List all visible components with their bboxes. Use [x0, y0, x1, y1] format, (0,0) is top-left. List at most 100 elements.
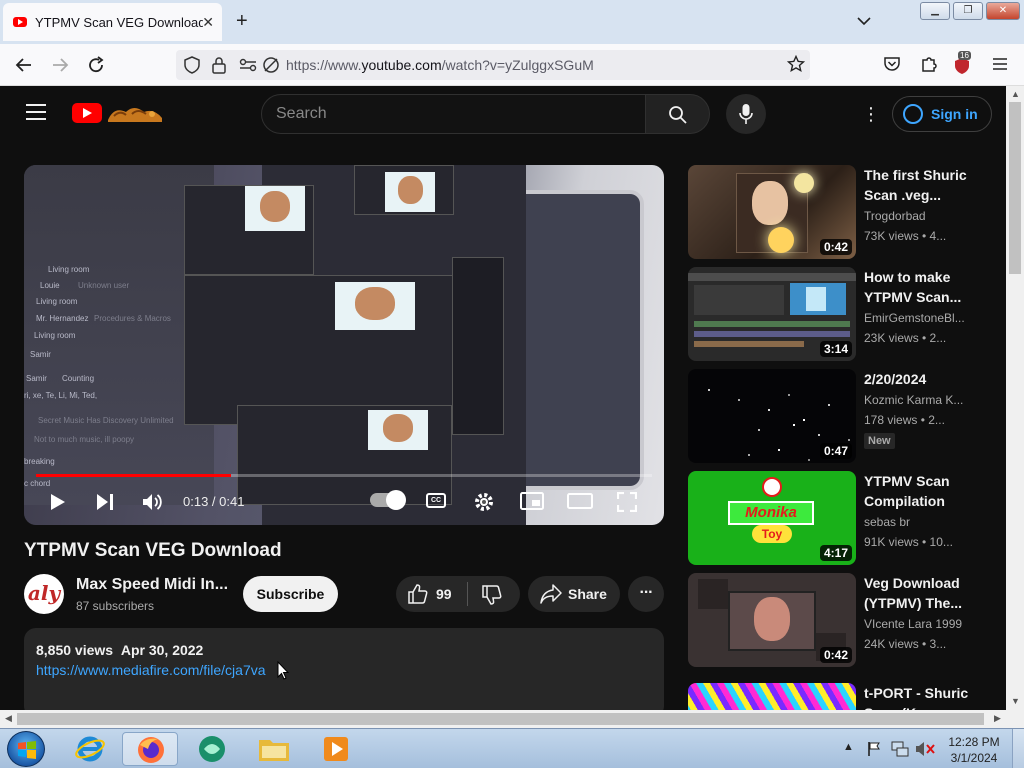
recommendation-channel[interactable]: sebas br — [864, 515, 974, 529]
recommendation-channel[interactable]: EmirGemstoneBl... — [864, 311, 974, 325]
subscribe-button[interactable]: Subscribe — [243, 576, 338, 612]
recommendation-item[interactable]: 0:42 Veg Download (YTPMV) The... VIcente… — [688, 573, 988, 669]
permissions-icon[interactable] — [239, 58, 257, 72]
forward-arrow-icon[interactable] — [51, 56, 69, 74]
taskbar-app-green[interactable] — [184, 732, 240, 766]
recommendation-thumbnail[interactable]: 0:42 — [688, 573, 856, 667]
recommendation-item[interactable]: Monika Toy 4:17 YTPMV Scan Compilation s… — [688, 471, 988, 567]
tab-close-icon[interactable]: ✕ — [202, 14, 214, 31]
like-dislike-group: 99 — [396, 576, 520, 612]
horizontal-scrollbar[interactable]: ◀ ▶ — [0, 710, 1024, 728]
autoplay-toggle[interactable] — [370, 490, 406, 510]
browser-tab[interactable]: YTPMV Scan VEG Download - YouTube ✕ — [3, 3, 222, 41]
subtitles-cc-icon[interactable]: CC — [426, 493, 446, 508]
recommendation-item[interactable]: 0:47 2/20/2024 Kozmic Karma K... 178 vie… — [688, 369, 988, 465]
app-menu-icon[interactable] — [992, 57, 1008, 71]
video-overlay-text: Samir — [30, 350, 51, 359]
play-icon[interactable] — [50, 493, 66, 511]
address-bar[interactable]: https://www.youtube.com/watch?v=yZulggxS… — [176, 50, 810, 80]
list-all-tabs-chevron-icon[interactable] — [857, 16, 871, 26]
theater-mode-icon[interactable] — [567, 493, 593, 509]
recommendation-title[interactable]: How to make YTPMV Scan... — [864, 267, 972, 307]
video-overlay-text: Counting — [62, 374, 95, 383]
video-collage-tile — [452, 257, 504, 435]
minimize-button[interactable]: ▁ — [920, 2, 950, 20]
progress-bar[interactable] — [36, 474, 652, 477]
tray-overflow-icon[interactable]: ▲ — [843, 741, 854, 753]
dislike-button[interactable] — [468, 576, 520, 612]
taskbar-file-explorer[interactable] — [246, 732, 302, 766]
description-box[interactable]: 8,850 views Apr 30, 2022 https://www.med… — [24, 628, 664, 710]
search-input[interactable] — [276, 103, 626, 125]
recommendation-item[interactable]: 0:42 The first Shuric Scan .veg... Trogd… — [688, 165, 988, 261]
back-arrow-icon[interactable] — [15, 56, 33, 74]
scroll-left-arrow-icon[interactable]: ◀ — [5, 713, 12, 724]
vertical-scroll-thumb[interactable] — [1009, 102, 1021, 274]
tracking-protection-shield-icon[interactable] — [184, 56, 200, 74]
share-button[interactable]: Share — [528, 576, 620, 612]
guide-menu-icon[interactable] — [26, 104, 46, 120]
network-icon[interactable] — [891, 740, 909, 758]
recommendation-title[interactable]: YTPMV Scan Compilation — [864, 471, 972, 511]
recommendation-thumbnail[interactable]: 0:42 — [688, 165, 856, 259]
miniplayer-icon[interactable] — [520, 492, 544, 510]
url-domain: youtube.com — [361, 57, 442, 73]
youtube-doodle-logo[interactable] — [106, 102, 164, 124]
start-button[interactable] — [7, 731, 45, 767]
sign-in-button[interactable]: Sign in — [892, 96, 992, 132]
youtube-masthead: ⋮ Sign in — [0, 86, 1006, 142]
description-link[interactable]: https://www.mediafire.com/file/cja7va — [36, 662, 266, 678]
recommendation-thumbnail[interactable]: 0:47 — [688, 369, 856, 463]
recommendation-channel[interactable]: VIcente Lara 1999 — [864, 617, 974, 631]
url-text[interactable]: https://www.youtube.com/watch?v=yZulggxS… — [286, 57, 594, 73]
extensions-puzzle-icon[interactable] — [920, 55, 938, 73]
recommendation-channel[interactable]: Kozmic Karma K... — [864, 393, 974, 407]
youtube-logo[interactable] — [72, 103, 102, 123]
microphone-icon — [739, 104, 753, 124]
voice-search-button[interactable] — [726, 94, 766, 134]
show-desktop-button[interactable] — [1012, 729, 1024, 768]
scroll-down-arrow-icon[interactable]: ▼ — [1011, 696, 1020, 706]
more-actions-button[interactable]: ··· — [628, 576, 664, 612]
recommendation-thumbnail[interactable] — [688, 683, 856, 710]
search-button[interactable] — [645, 94, 710, 134]
like-button[interactable]: 99 — [396, 576, 467, 612]
channel-avatar[interactable]: aly — [24, 574, 64, 614]
reload-icon[interactable] — [87, 56, 105, 74]
recommendation-channel[interactable]: Trogdorbad — [864, 209, 974, 223]
horizontal-scroll-thumb[interactable] — [17, 713, 984, 725]
settings-gear-icon[interactable] — [473, 491, 495, 513]
system-clock[interactable]: 12:28 PM 3/1/2024 — [944, 734, 1004, 766]
recommendation-title[interactable]: Veg Download (YTPMV) The... — [864, 573, 972, 613]
recommendation-title[interactable]: t-PORT - Shuric Scan (Keygen... — [864, 683, 972, 710]
taskbar-internet-explorer[interactable] — [61, 732, 117, 766]
action-center-flag-icon[interactable] — [867, 741, 881, 757]
recommendation-title[interactable]: 2/20/2024 — [864, 369, 972, 389]
recommendation-title[interactable]: The first Shuric Scan .veg... — [864, 165, 972, 205]
subscriber-count: 87 subscribers — [76, 599, 155, 613]
scroll-up-arrow-icon[interactable]: ▲ — [1011, 89, 1020, 99]
settings-more-icon[interactable]: ⋮ — [862, 104, 880, 125]
taskbar-firefox[interactable] — [122, 732, 178, 766]
fullscreen-icon[interactable] — [617, 492, 637, 512]
volume-muted-icon[interactable] — [915, 741, 935, 757]
volume-icon[interactable] — [142, 492, 164, 512]
window-close-button[interactable]: ✕ — [986, 2, 1020, 20]
taskbar-media-player[interactable] — [308, 732, 364, 766]
video-player[interactable]: Living room Louie Unknown user Living ro… — [24, 165, 664, 525]
autoplay-blocked-icon[interactable] — [262, 56, 280, 74]
vertical-scrollbar[interactable]: ▲ ▼ — [1006, 86, 1024, 710]
recommendation-item[interactable]: 3:14 How to make YTPMV Scan... EmirGemst… — [688, 267, 988, 363]
recommendation-thumbnail[interactable]: 3:14 — [688, 267, 856, 361]
new-tab-button[interactable]: + — [236, 10, 248, 33]
recommendation-thumbnail[interactable]: Monika Toy 4:17 — [688, 471, 856, 565]
recommendation-item[interactable]: t-PORT - Shuric Scan (Keygen... — [688, 683, 988, 710]
video-overlay-text: Samir — [26, 374, 47, 383]
channel-name[interactable]: Max Speed Midi In... — [76, 576, 228, 594]
lock-icon[interactable] — [212, 56, 226, 74]
next-video-icon[interactable] — [96, 493, 114, 511]
scroll-right-arrow-icon[interactable]: ▶ — [994, 713, 1001, 724]
bookmark-star-icon[interactable] — [787, 55, 805, 73]
restore-button[interactable]: ❐ — [953, 2, 983, 20]
pocket-icon[interactable] — [883, 56, 901, 72]
